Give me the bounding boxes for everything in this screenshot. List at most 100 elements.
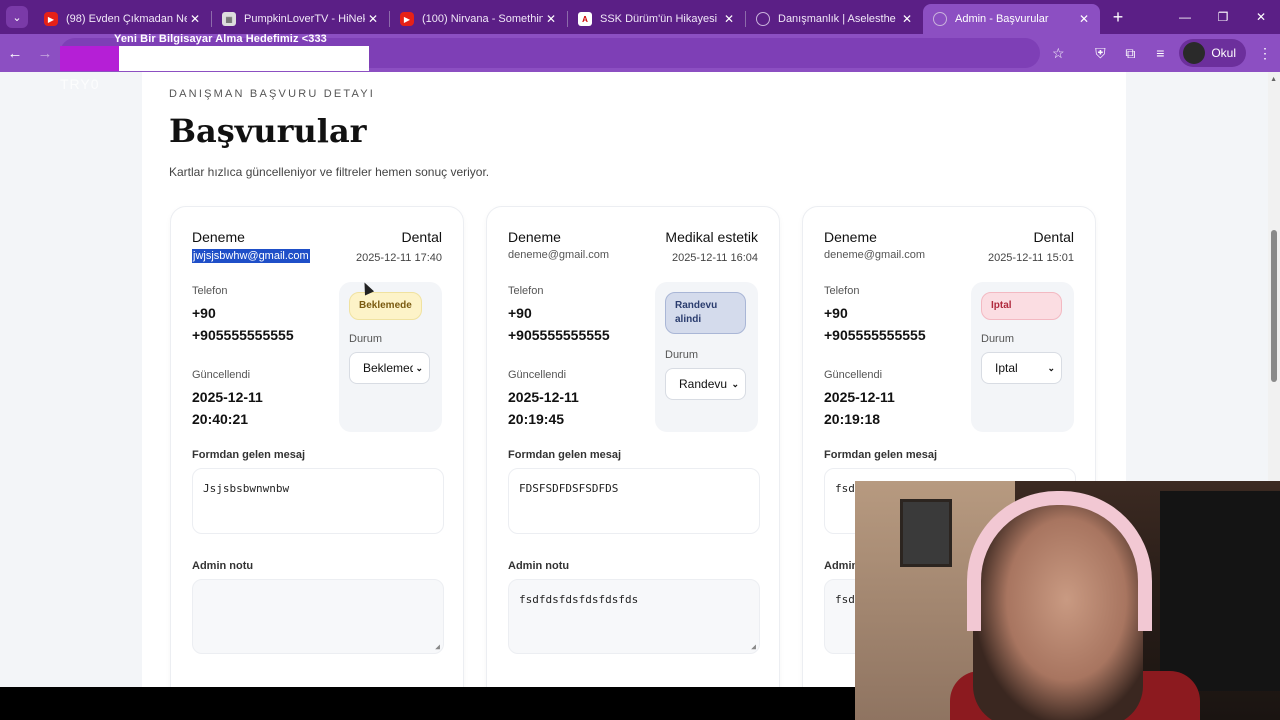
restore-icon[interactable]: ❐ bbox=[1204, 10, 1242, 24]
submitted-date: 2025-12-11 17:40 bbox=[355, 252, 442, 264]
chevron-down-icon: ⌄ bbox=[731, 378, 739, 389]
updated-time: 20:19:45 bbox=[508, 411, 565, 427]
more-menu-icon[interactable]: ⋮ bbox=[1250, 45, 1280, 62]
applicant-name: Deneme bbox=[192, 229, 245, 245]
phone-country-code: +90 bbox=[508, 305, 532, 321]
close-icon[interactable]: ✕ bbox=[187, 12, 203, 26]
bookmark-star-icon[interactable]: ☆ bbox=[1043, 45, 1073, 62]
black-letterbox bbox=[0, 687, 855, 720]
phone-value: +90 +905555555555 bbox=[508, 302, 648, 346]
phone-number: +905555555555 bbox=[508, 327, 610, 343]
category-label: Medikal estetik bbox=[665, 229, 758, 245]
close-icon[interactable]: ✕ bbox=[721, 12, 737, 26]
status-select-value: Beklemede bbox=[363, 361, 413, 375]
twitch-icon: ▦ bbox=[222, 12, 236, 26]
submitted-date: 2025-12-11 15:01 bbox=[987, 252, 1074, 264]
status-select[interactable]: Beklemede⌄ bbox=[349, 352, 430, 384]
page-subtitle: Kartlar hızlıca güncelleniyor ve filtrel… bbox=[169, 165, 490, 179]
updated-time: 20:19:18 bbox=[824, 411, 881, 427]
phone-country-code: +90 bbox=[824, 305, 848, 321]
browser-tab[interactable]: ▶ (100) Nirvana - Something ✕ bbox=[390, 4, 567, 34]
application-card: Deneme Medikal estetik deneme@gmail.com … bbox=[486, 206, 780, 687]
status-panel: Iptal Durum Iptal ⌄ bbox=[971, 282, 1074, 432]
chevron-down-icon: ⌄ bbox=[415, 362, 423, 373]
status-select-value: Randevu alindi bbox=[679, 377, 729, 391]
tab-search-chevron-icon[interactable]: ⌄ bbox=[6, 6, 28, 28]
applicant-email[interactable]: jwjsjsbwhw@gmail.com bbox=[192, 249, 310, 263]
tab-title: SSK Dürüm'ün Hikayesi | A bbox=[600, 13, 721, 25]
status-label: Durum bbox=[349, 333, 383, 345]
profile-name: Okul bbox=[1211, 46, 1236, 60]
status-select[interactable]: Iptal ⌄ bbox=[981, 352, 1062, 384]
back-arrow-icon[interactable]: ← bbox=[0, 45, 30, 62]
admin-note-textarea[interactable]: ◢ bbox=[192, 579, 444, 654]
phone-label: Telefon bbox=[508, 285, 544, 297]
resize-handle-icon[interactable]: ◢ bbox=[435, 642, 440, 651]
form-message-text: Jsjsbsbwnwnbw bbox=[203, 482, 290, 495]
updated-value: 2025-12-11 20:19:18 bbox=[824, 386, 964, 430]
new-tab-plus-icon[interactable]: + bbox=[1106, 7, 1130, 28]
shield-extension-icon[interactable]: ⛨ bbox=[1085, 45, 1115, 62]
donation-goal-fill bbox=[60, 46, 119, 71]
browser-tab[interactable]: ▶ (98) Evden Çıkmadan Nele ✕ bbox=[34, 4, 211, 34]
browser-tab[interactable]: Danışmanlık | Aselesthe ✕ bbox=[746, 4, 923, 34]
applicant-email[interactable]: deneme@gmail.com bbox=[508, 249, 609, 261]
category-label: Dental bbox=[401, 229, 442, 245]
resize-handle-icon[interactable]: ◢ bbox=[751, 642, 756, 651]
tab-title: Admin - Başvurular bbox=[955, 13, 1049, 25]
donation-goal-target: TRY50000 bbox=[289, 76, 364, 92]
donation-goal-current: TRY0 bbox=[60, 76, 100, 92]
close-icon[interactable]: ✕ bbox=[1076, 12, 1092, 26]
phone-number: +905555555555 bbox=[824, 327, 926, 343]
close-icon[interactable]: ✕ bbox=[365, 12, 381, 26]
browser-tab[interactable]: ▦ PumpkinLoverTV - HiNekst ✕ bbox=[212, 4, 389, 34]
applicant-name: Deneme bbox=[824, 229, 877, 245]
applicant-name: Deneme bbox=[508, 229, 561, 245]
avatar bbox=[1183, 42, 1206, 64]
updated-label: Güncellendi bbox=[192, 369, 251, 381]
status-panel: Beklemede Durum Beklemede⌄ bbox=[339, 282, 442, 432]
form-message-label: Formdan gelen mesaj bbox=[192, 449, 306, 461]
webcam-feed bbox=[855, 481, 1280, 720]
browser-tab-active[interactable]: Admin - Başvurular ✕ bbox=[923, 4, 1100, 34]
updated-label: Güncellendi bbox=[824, 369, 883, 381]
scrollbar-thumb[interactable] bbox=[1271, 230, 1277, 382]
profile-button[interactable]: Okul bbox=[1179, 39, 1246, 67]
window-controls: — ❐ ✕ bbox=[1166, 10, 1280, 24]
form-message-text: FDSFSDFDSFSDFDS bbox=[519, 482, 619, 495]
admin-note-label: Admin notu bbox=[192, 560, 254, 572]
applicant-email[interactable]: deneme@gmail.com bbox=[824, 249, 925, 261]
toolbar-right-icons: ☆ ⛨ ⧉ ≡ Okul ⋮ bbox=[1043, 34, 1280, 72]
updated-label: Güncellendi bbox=[508, 369, 567, 381]
phone-value: +90 +905555555555 bbox=[192, 302, 332, 346]
phone-number: +905555555555 bbox=[192, 327, 294, 343]
admin-note-textarea[interactable]: fsdfdsfdsfdsfdsfds ◢ bbox=[508, 579, 760, 654]
close-icon[interactable]: ✕ bbox=[899, 12, 915, 26]
globe-icon bbox=[933, 12, 947, 26]
category-label: Dental bbox=[1033, 229, 1074, 245]
ssk-icon: A bbox=[578, 12, 592, 26]
forward-arrow-icon[interactable]: → bbox=[30, 45, 60, 62]
status-select[interactable]: Randevu alindi⌄ bbox=[665, 368, 746, 400]
updated-date: 2025-12-11 bbox=[508, 389, 579, 405]
chevron-down-icon: ⌄ bbox=[1047, 362, 1055, 373]
phone-country-code: +90 bbox=[192, 305, 216, 321]
status-badge: Beklemede bbox=[349, 292, 422, 320]
scroll-up-arrow-icon[interactable]: ▲ bbox=[1270, 76, 1277, 83]
status-label: Durum bbox=[665, 349, 699, 361]
status-badge: Randevu alindi bbox=[665, 292, 746, 334]
minimize-icon[interactable]: — bbox=[1166, 10, 1204, 24]
browser-tab[interactable]: A SSK Dürüm'ün Hikayesi | A ✕ bbox=[568, 4, 745, 34]
phone-label: Telefon bbox=[192, 285, 228, 297]
page-title: Başvurular bbox=[169, 112, 367, 150]
close-window-icon[interactable]: ✕ bbox=[1242, 10, 1280, 24]
webcam-chair bbox=[1160, 491, 1280, 691]
browser-tab-bar: ⌄ ▶ (98) Evden Çıkmadan Nele ✕ ▦ Pumpkin… bbox=[0, 0, 1280, 34]
media-queue-icon[interactable]: ≡ bbox=[1145, 45, 1175, 61]
close-icon[interactable]: ✕ bbox=[543, 12, 559, 26]
phone-value: +90 +905555555555 bbox=[824, 302, 964, 346]
phone-label: Telefon bbox=[824, 285, 860, 297]
updated-value: 2025-12-11 20:40:21 bbox=[192, 386, 332, 430]
extensions-puzzle-icon[interactable]: ⧉ bbox=[1115, 45, 1145, 62]
status-panel: Randevu alindi Durum Randevu alindi⌄ bbox=[655, 282, 758, 432]
